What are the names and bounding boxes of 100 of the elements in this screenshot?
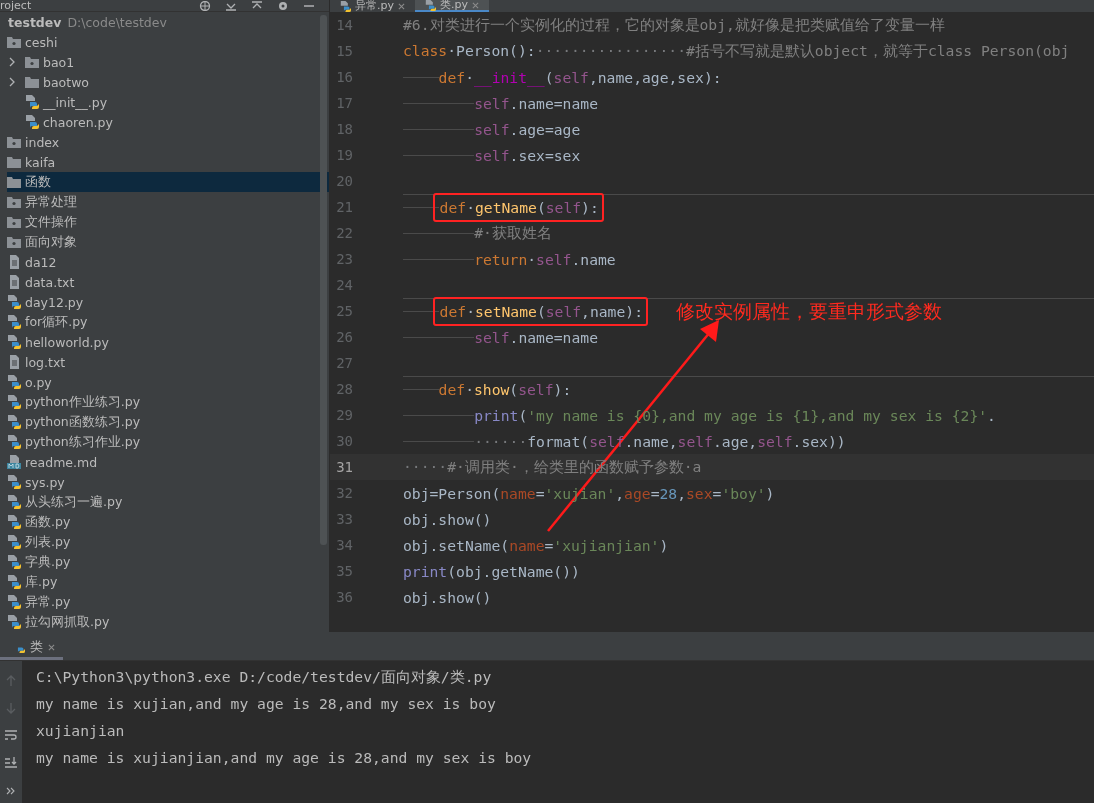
soft-wrap-icon[interactable] — [5, 729, 17, 741]
scroll-to-end-icon[interactable] — [5, 756, 17, 768]
tree-item[interactable]: 异常处理 — [7, 192, 329, 212]
package-folder-icon — [7, 215, 21, 229]
project-path: D:\code\testdev — [67, 14, 167, 30]
python-file-icon — [7, 515, 21, 529]
line-number: 21 — [335, 199, 353, 215]
expand-icon[interactable] — [251, 0, 263, 11]
code-line: obj.show() — [403, 510, 492, 528]
tree-item[interactable]: chaoren.py — [25, 112, 329, 132]
close-icon[interactable] — [48, 643, 55, 651]
tree-item[interactable]: 从头练习一遍.py — [7, 492, 329, 512]
line-number: 31 — [335, 459, 353, 475]
python-file-icon — [7, 575, 21, 589]
python-file-icon — [7, 295, 21, 309]
python-file-icon — [7, 435, 21, 449]
annotation-text: 修改实例属性，要重申形式参数 — [676, 298, 942, 324]
tree-item[interactable]: ceshi — [7, 32, 329, 52]
tree-item[interactable]: python练习作业.py — [7, 432, 329, 452]
tree-item[interactable]: 字典.py — [7, 552, 329, 572]
tree-item[interactable]: python函数练习.py — [7, 412, 329, 432]
package-folder-icon — [25, 55, 39, 69]
tree-item[interactable]: o.py — [7, 372, 329, 392]
python-file-icon — [25, 95, 39, 109]
text-file-icon — [7, 255, 21, 269]
code-line: return·self.name — [474, 250, 616, 268]
code-line: def·show(self): — [438, 381, 572, 398]
highlighted-code: def·getName(self): — [432, 193, 604, 222]
tree-item[interactable]: 拉勾网抓取.py — [7, 612, 329, 632]
line-number: 35 — [335, 563, 353, 579]
tree-item[interactable]: 面向对象 — [7, 232, 329, 252]
tree-item[interactable]: da12 — [7, 252, 329, 272]
tree-item[interactable]: __init__.py — [25, 92, 329, 112]
python-file-icon — [7, 315, 21, 329]
close-icon[interactable] — [398, 2, 405, 10]
python-file-icon — [7, 495, 21, 509]
tree-item[interactable]: 库.py — [7, 572, 329, 592]
tree-item[interactable]: index — [7, 132, 329, 152]
tree-item[interactable]: sys.py — [7, 472, 329, 492]
package-folder-icon — [7, 135, 21, 149]
code-line: #6.对类进行一个实例化的过程，它的对象是obj,就好像是把类赋值给了变量一样 — [403, 15, 945, 35]
tree-item[interactable]: baotwo — [25, 72, 329, 92]
line-number: 25 — [335, 303, 353, 319]
tree-item[interactable]: 函数 — [7, 172, 329, 192]
panel-title: roject — [0, 0, 32, 12]
python-file-icon — [425, 0, 436, 11]
package-folder-icon — [7, 35, 21, 49]
code-line: def·__init__(self,name,age,sex): — [438, 68, 722, 86]
code-line: obj.show() — [403, 588, 492, 606]
line-number: 20 — [335, 173, 353, 189]
code-line: self.name=name — [474, 328, 598, 346]
package-folder-icon — [7, 195, 21, 209]
console-line: my name is xujian,and my age is 28,and my sex is boy — [36, 694, 497, 714]
tree-item[interactable]: readme.md — [7, 452, 329, 472]
package-folder-icon — [7, 235, 21, 249]
python-file-icon — [7, 395, 21, 409]
tree-item[interactable]: python作业练习.py — [7, 392, 329, 412]
code-line: #·获取姓名 — [474, 223, 552, 243]
chevron-icon[interactable] — [7, 57, 17, 67]
markdown-file-icon — [7, 455, 21, 469]
python-file-icon — [25, 115, 39, 129]
more-icon[interactable] — [6, 787, 16, 795]
settings-icon[interactable] — [277, 0, 289, 11]
line-number: 16 — [335, 69, 353, 85]
tree-item[interactable]: for循环.py — [7, 312, 329, 332]
folder-icon — [7, 155, 21, 169]
line-number: 24 — [335, 277, 353, 293]
tree-item[interactable]: log.txt — [7, 352, 329, 372]
tree-item[interactable]: 文件操作 — [7, 212, 329, 232]
code-line: self.age=age — [474, 120, 581, 138]
text-file-icon — [7, 275, 21, 289]
line-number: 17 — [335, 95, 353, 111]
folder-icon — [7, 175, 21, 189]
line-number: 34 — [335, 537, 353, 553]
folder-icon — [25, 75, 39, 89]
line-number: 23 — [335, 251, 353, 267]
code-line: class·Person():·················#括号不写就是默认object，就等于class Person(obj — [403, 41, 1070, 61]
python-file-icon — [7, 375, 21, 389]
tree-item[interactable]: 列表.py — [7, 532, 329, 552]
chevron-icon[interactable] — [7, 77, 17, 87]
locate-icon[interactable] — [199, 0, 211, 11]
line-number: 18 — [335, 121, 353, 137]
editor-tab[interactable]: 异常.py — [330, 0, 415, 12]
tree-item[interactable]: helloworld.py — [7, 332, 329, 352]
tree-item[interactable]: bao1 — [25, 52, 329, 72]
line-number: 36 — [335, 589, 353, 605]
python-file-icon — [7, 335, 21, 349]
line-number: 32 — [335, 485, 353, 501]
project-root[interactable]: testdev D:\code\testdev — [0, 12, 329, 32]
tree-item[interactable]: 异常.py — [7, 592, 329, 612]
tree-item[interactable]: data.txt — [7, 272, 329, 292]
python-file-icon — [7, 615, 21, 629]
text-file-icon — [7, 355, 21, 369]
tree-item[interactable]: 函数.py — [7, 512, 329, 532]
tree-item[interactable]: day12.py — [7, 292, 329, 312]
python-file-icon — [7, 595, 21, 609]
code-line: print(obj.getName()) — [403, 562, 580, 580]
tree-item[interactable]: kaifa — [7, 152, 329, 172]
line-number: 22 — [335, 225, 353, 241]
line-number: 14 — [335, 17, 353, 33]
